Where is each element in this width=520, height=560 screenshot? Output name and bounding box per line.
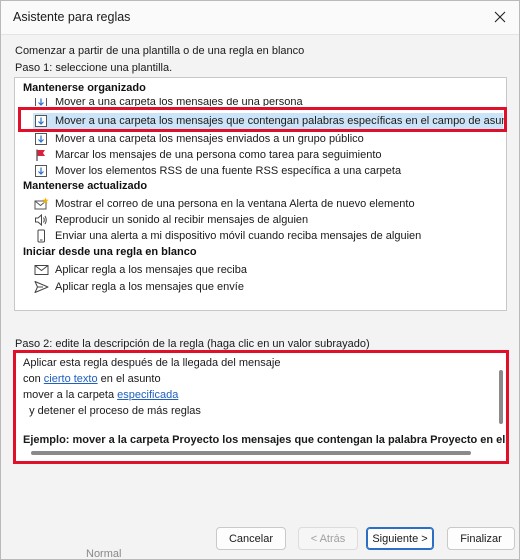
intro-text: Comenzar a partir de una plantilla o de … (15, 45, 305, 57)
desc-text: mover a la carpeta (23, 389, 118, 401)
template-item-move-from-person[interactable]: Mover a una carpeta los mensajes de una … (33, 98, 503, 106)
template-item-flag-followup[interactable]: Marcar los mensajes de una persona como … (33, 147, 503, 163)
step2-label: Paso 2: edite la descripción de la regla… (15, 338, 370, 350)
template-item-mobile-alert[interactable]: Enviar una alerta a mi dispositivo móvil… (33, 228, 503, 244)
finish-button[interactable]: Finalizar (447, 527, 515, 550)
vertical-scrollbar[interactable] (499, 370, 503, 424)
template-label: Mover a una carpeta los mensajes que con… (55, 115, 507, 127)
envelope-arrow-icon (33, 131, 49, 147)
template-label: Reproducir un sonido al recibir mensajes… (55, 214, 309, 226)
rules-wizard-dialog: Asistente para reglas Comenzar a partir … (0, 0, 520, 560)
desc-text: en el asunto (97, 373, 161, 385)
template-label: Aplicar regla a los mensajes que envíe (55, 281, 244, 293)
group-header-blank-rule: Iniciar desde una regla en blanco (23, 246, 197, 258)
group-header-updated: Mantenerse actualizado (23, 180, 148, 192)
close-icon (494, 11, 506, 23)
mobile-phone-icon (33, 228, 49, 244)
desc-text: con (23, 373, 44, 385)
title-bar: Asistente para reglas (1, 1, 519, 35)
background-window-text: Normal (86, 548, 122, 560)
template-label: Aplicar regla a los mensajes que reciba (55, 264, 247, 276)
template-label: Mover los elementos RSS de una fuente RS… (55, 165, 402, 177)
red-flag-icon (33, 147, 49, 163)
template-item-apply-received[interactable]: Aplicar regla a los mensajes que reciba (33, 262, 503, 278)
desc-line-apply-after: Aplicar esta regla después de la llegada… (23, 357, 281, 369)
template-item-apply-sent[interactable]: Aplicar regla a los mensajes que envíe (33, 279, 503, 295)
envelope-arrow-icon (33, 163, 49, 179)
template-label: Marcar los mensajes de una persona como … (55, 149, 382, 161)
template-item-play-sound[interactable]: Reproducir un sonido al recibir mensajes… (33, 212, 503, 228)
horizontal-scrollbar[interactable] (31, 451, 471, 455)
desc-line-action: mover a la carpeta especificada (23, 389, 178, 401)
specific-words-link[interactable]: cierto texto (44, 373, 98, 385)
template-label: Enviar una alerta a mi dispositivo móvil… (55, 230, 422, 242)
envelope-arrow-icon (33, 113, 49, 129)
envelope-arrow-icon (33, 98, 49, 106)
desc-line-condition: con cierto texto en el asunto (23, 373, 161, 385)
star-envelope-icon (33, 196, 49, 212)
window-title: Asistente para reglas (13, 10, 131, 24)
example-text: Ejemplo: mover a la carpeta Proyecto los… (23, 434, 507, 446)
template-list[interactable]: Mantenerse organizado Mover a una carpet… (14, 77, 507, 311)
template-item-move-public-group[interactable]: Mover a una carpeta los mensajes enviado… (33, 131, 503, 147)
step1-label: Paso 1: seleccione una plantilla. (15, 62, 173, 74)
speaker-icon (33, 212, 49, 228)
specified-folder-link[interactable]: especificada (117, 389, 178, 401)
group-header-organized: Mantenerse organizado (23, 82, 146, 94)
template-label: Mover a una carpeta los mensajes enviado… (55, 133, 364, 145)
close-button[interactable] (485, 4, 515, 30)
next-button[interactable]: Siguiente > (366, 527, 434, 550)
cancel-button[interactable]: Cancelar (216, 527, 286, 550)
template-item-new-item-alert[interactable]: Mostrar el correo de una persona en la v… (33, 196, 503, 212)
desc-line-stop-processing: y detener el proceso de más reglas (23, 405, 201, 417)
send-icon (33, 279, 49, 295)
template-item-move-rss[interactable]: Mover los elementos RSS de una fuente RS… (33, 163, 503, 179)
template-item-move-subject-words[interactable]: Mover a una carpeta los mensajes que con… (33, 113, 506, 129)
rule-description-box[interactable]: Aplicar esta regla después de la llegada… (14, 351, 507, 463)
back-button[interactable]: < Atrás (298, 527, 358, 550)
template-label: Mover a una carpeta los mensajes de una … (55, 98, 303, 106)
template-label: Mostrar el correo de una persona en la v… (55, 198, 415, 210)
envelope-icon (33, 262, 49, 278)
